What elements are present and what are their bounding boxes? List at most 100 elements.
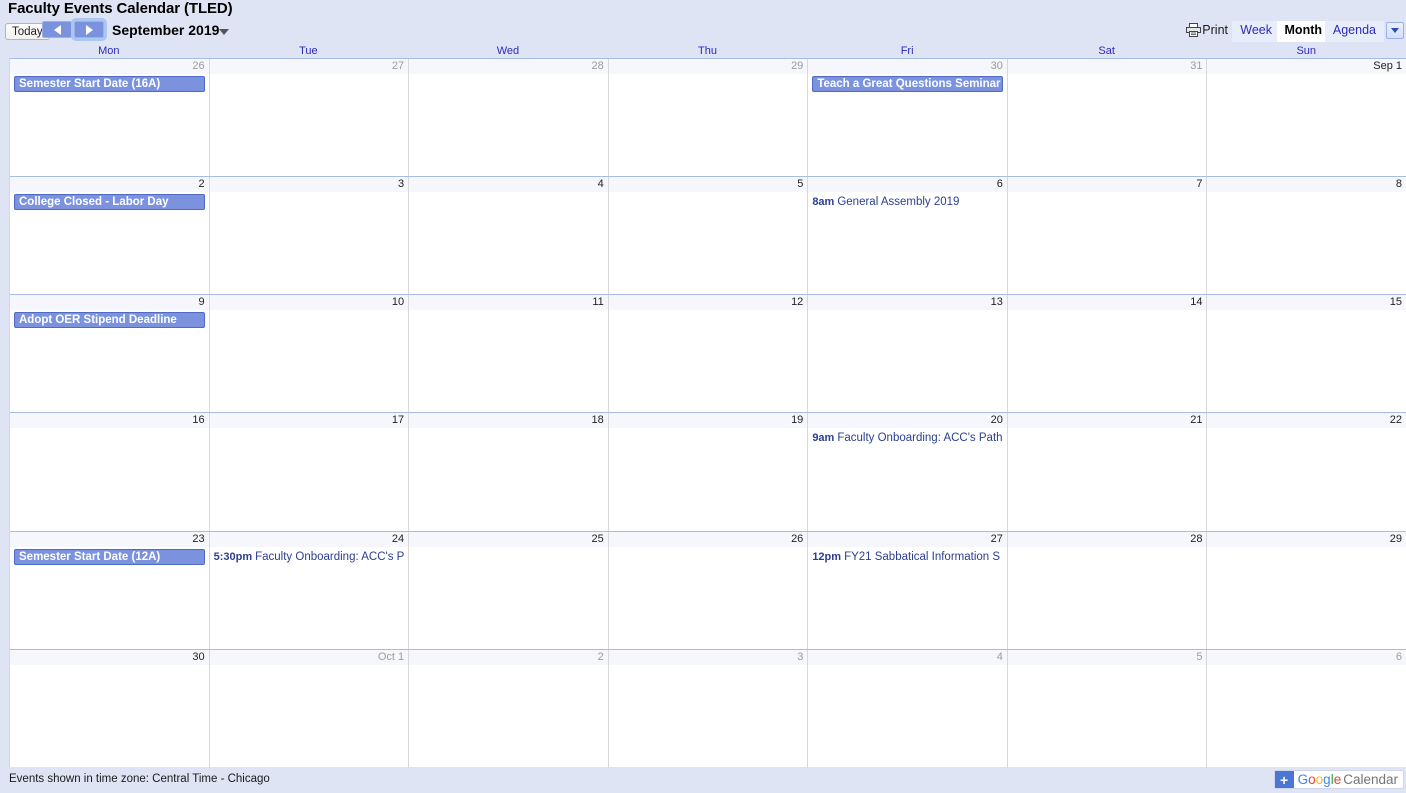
- day-cell[interactable]: 11: [409, 295, 609, 413]
- day-cell[interactable]: 25: [409, 531, 609, 649]
- all-day-event-chip[interactable]: Adopt OER Stipend Deadline: [14, 312, 205, 329]
- chevron-down-icon[interactable]: [219, 29, 229, 35]
- day-number[interactable]: 17: [209, 413, 409, 429]
- day-number[interactable]: 31: [1007, 59, 1207, 74]
- print-button[interactable]: Print: [1186, 23, 1228, 37]
- day-cell[interactable]: Oct 1: [209, 649, 410, 768]
- day-number[interactable]: 26: [10, 59, 209, 74]
- day-cell[interactable]: 24 5:30pm Faculty Onboarding: ACC's P: [209, 531, 410, 649]
- previous-period-button[interactable]: [42, 21, 72, 38]
- day-cell[interactable]: 8: [1207, 177, 1406, 294]
- day-cell[interactable]: 6: [1207, 649, 1406, 768]
- day-cell[interactable]: 9 Adopt OER Stipend Deadline: [10, 295, 210, 413]
- day-number[interactable]: 23: [10, 531, 209, 547]
- day-number[interactable]: 27: [209, 59, 409, 74]
- day-cell[interactable]: 4: [409, 177, 609, 295]
- day-cell[interactable]: 27: [209, 59, 410, 177]
- day-cell[interactable]: 20 9am Faculty Onboarding: ACC's Path: [808, 413, 1008, 531]
- day-cell[interactable]: 27 12pm FY21 Sabbatical Information S: [808, 531, 1008, 649]
- day-cell[interactable]: 26 Semester Start Date (16A): [10, 59, 210, 177]
- day-cell[interactable]: 28: [409, 59, 609, 177]
- all-day-event-chip[interactable]: Semester Start Date (16A): [14, 76, 205, 92]
- day-number[interactable]: 26: [608, 531, 808, 547]
- day-number[interactable]: 24: [209, 531, 409, 547]
- day-cell[interactable]: 2: [409, 649, 609, 768]
- day-cell[interactable]: 18: [409, 413, 609, 531]
- google-calendar-logo[interactable]: + Google Calendar: [1273, 770, 1404, 789]
- day-number[interactable]: 7: [1007, 177, 1207, 193]
- timed-event[interactable]: 12pm FY21 Sabbatical Information S: [812, 549, 1003, 565]
- day-number[interactable]: 9: [10, 295, 209, 311]
- tab-agenda[interactable]: Agenda: [1324, 21, 1384, 42]
- day-number[interactable]: 5: [608, 177, 808, 193]
- day-number[interactable]: 15: [1207, 295, 1406, 311]
- day-number[interactable]: 29: [608, 59, 808, 74]
- day-number[interactable]: 4: [808, 649, 1007, 665]
- day-number[interactable]: 25: [409, 531, 608, 547]
- day-cell[interactable]: 19: [608, 413, 809, 531]
- day-number[interactable]: 16: [10, 413, 209, 429]
- tab-month[interactable]: Month: [1276, 21, 1330, 42]
- day-cell[interactable]: 14: [1007, 295, 1208, 413]
- timed-event[interactable]: 9am Faculty Onboarding: ACC's Path: [812, 430, 1003, 446]
- day-cell[interactable]: 4: [808, 649, 1008, 768]
- all-day-event-chip[interactable]: Teach a Great Questions Seminar ...: [812, 76, 1003, 92]
- day-cell[interactable]: 30: [10, 649, 210, 768]
- day-number[interactable]: 21: [1007, 413, 1207, 429]
- day-cell[interactable]: 17: [209, 413, 410, 531]
- day-cell[interactable]: 2 College Closed - Labor Day: [10, 177, 210, 295]
- day-number[interactable]: Sep 1: [1207, 59, 1406, 74]
- day-number[interactable]: 10: [209, 295, 409, 311]
- day-cell[interactable]: 12: [608, 295, 809, 413]
- day-number[interactable]: 12: [608, 295, 808, 311]
- day-number[interactable]: 28: [409, 59, 608, 74]
- day-number[interactable]: 3: [608, 649, 808, 665]
- day-number[interactable]: 28: [1007, 531, 1207, 547]
- day-cell[interactable]: 6 8am General Assembly 2019: [808, 177, 1008, 295]
- day-cell[interactable]: 28: [1007, 531, 1208, 649]
- day-number[interactable]: 30: [10, 649, 209, 665]
- day-number[interactable]: 6: [808, 177, 1007, 193]
- day-number[interactable]: 2: [10, 177, 209, 193]
- day-cell[interactable]: 29: [608, 59, 809, 177]
- day-cell[interactable]: 3: [608, 649, 809, 768]
- day-cell[interactable]: 15: [1207, 295, 1406, 412]
- day-number[interactable]: 13: [808, 295, 1007, 311]
- day-cell[interactable]: 22: [1207, 413, 1406, 530]
- day-number[interactable]: 14: [1007, 295, 1207, 311]
- day-cell[interactable]: 23 Semester Start Date (12A): [10, 531, 210, 649]
- day-number[interactable]: 6: [1207, 649, 1406, 665]
- day-cell[interactable]: 29: [1207, 531, 1406, 649]
- day-number[interactable]: 18: [409, 413, 608, 429]
- day-number[interactable]: 2: [409, 649, 608, 665]
- day-number[interactable]: 19: [608, 413, 808, 429]
- day-number[interactable]: 27: [808, 531, 1007, 547]
- day-cell[interactable]: 10: [209, 295, 410, 413]
- day-cell[interactable]: 21: [1007, 413, 1208, 531]
- day-cell[interactable]: 5: [1007, 649, 1208, 768]
- day-cell[interactable]: 5: [608, 177, 809, 295]
- timed-event[interactable]: 5:30pm Faculty Onboarding: ACC's P: [214, 549, 405, 565]
- day-cell[interactable]: 13: [808, 295, 1008, 413]
- day-number[interactable]: Oct 1: [209, 649, 409, 665]
- day-cell[interactable]: 16: [10, 413, 210, 531]
- day-number[interactable]: 22: [1207, 413, 1406, 429]
- day-cell[interactable]: 31: [1007, 59, 1208, 177]
- day-number[interactable]: 4: [409, 177, 608, 193]
- day-number[interactable]: 20: [808, 413, 1007, 429]
- timed-event[interactable]: 8am General Assembly 2019: [812, 194, 1003, 210]
- all-day-event-chip[interactable]: College Closed - Labor Day: [14, 194, 205, 211]
- day-cell[interactable]: 26: [608, 531, 809, 649]
- day-cell[interactable]: 30 Teach a Great Questions Seminar ...: [808, 59, 1008, 177]
- day-number[interactable]: 30: [808, 59, 1007, 74]
- day-number[interactable]: 29: [1207, 531, 1406, 547]
- day-cell[interactable]: 7: [1007, 177, 1208, 295]
- view-options-button[interactable]: [1386, 22, 1404, 39]
- all-day-event-chip[interactable]: Semester Start Date (12A): [14, 548, 205, 565]
- next-period-button[interactable]: [71, 18, 107, 41]
- day-number[interactable]: 8: [1207, 177, 1406, 193]
- day-number[interactable]: 3: [209, 177, 409, 193]
- day-cell[interactable]: 3: [209, 177, 410, 295]
- tab-week[interactable]: Week: [1232, 21, 1280, 42]
- day-cell[interactable]: Sep 1: [1207, 59, 1406, 176]
